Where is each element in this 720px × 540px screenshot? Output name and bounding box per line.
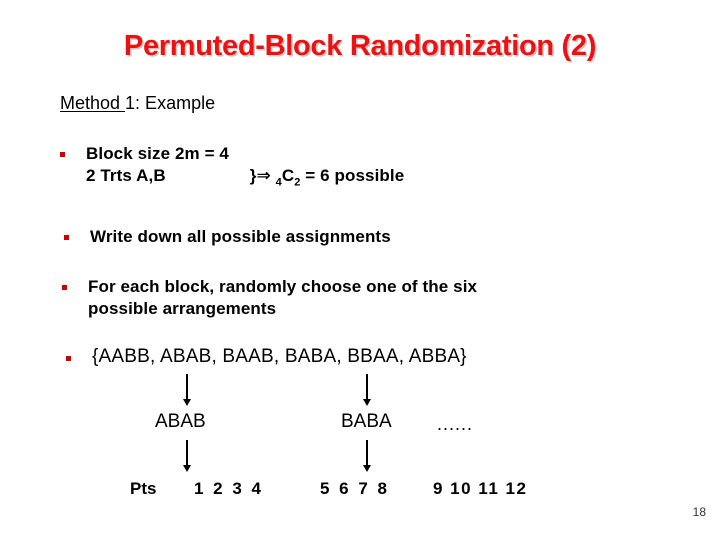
bullet-item-block-size: Block size 2m = 4 2 Trts A,B}⇒ 4C2 = 6 p…	[52, 143, 404, 193]
arrow-down-icon-set-to-block2	[363, 374, 371, 406]
arrow-down-icon-set-to-block1	[183, 374, 191, 406]
combination-k-subscript: 2	[294, 176, 301, 189]
page-number: 18	[692, 505, 706, 519]
bullet-1-line-1: Block size 2m = 4	[86, 144, 229, 163]
bullet-2-text: Write down all possible assignments	[90, 227, 391, 246]
arrow-down-icon-block2-to-pts2	[363, 440, 371, 472]
combination-result: = 6 possible	[305, 166, 405, 185]
bullet-3-line-1: For each block, randomly choose one of t…	[88, 277, 478, 296]
method-heading: Method 1: Example	[60, 93, 215, 114]
bullet-4-text: {AABB, ABAB, BAAB, BABA, BBAA, ABBA}	[92, 346, 467, 367]
trts-label: 2 Trts A,B	[86, 166, 166, 185]
bullet-dot-icon	[64, 235, 69, 240]
flow-ellipsis: ......	[437, 414, 474, 434]
method-heading-rest: 1: Example	[125, 93, 216, 113]
bullet-item-for-each-block: For each block, randomly choose one of t…	[52, 276, 477, 320]
bullet-item-arrangement-set: {AABB, ABAB, BAAB, BABA, BBAA, ABBA}	[52, 346, 467, 368]
combination-c: C	[281, 166, 295, 185]
flow-label-block2: BABA	[341, 411, 392, 432]
slide-canvas: Permuted-Block Randomization (2) Method …	[0, 0, 720, 540]
implies-icon: ⇒	[256, 166, 271, 186]
bullet-3-line-2: possible arrangements	[88, 299, 277, 318]
method-heading-underlined: Method	[60, 93, 126, 113]
pts-group-3: 9 10 11 12	[433, 479, 528, 498]
page-title: Permuted-Block Randomization (2)	[123, 30, 597, 62]
arrow-down-icon-block1-to-pts1	[183, 440, 191, 472]
bullet-1-line-2: 2 Trts A,B}⇒ 4C2 = 6 possible	[86, 165, 404, 193]
bullet-dot-icon	[60, 152, 65, 157]
pts-row-label: Pts	[130, 479, 157, 498]
bullet-item-write-down: Write down all possible assignments	[52, 226, 391, 248]
bullet-dot-icon	[62, 285, 67, 290]
pts-group-2: 5 6 7 8	[320, 479, 390, 498]
flow-label-block1: ABAB	[155, 411, 206, 432]
bullet-dot-icon	[66, 356, 71, 361]
pts-group-1: 1 2 3 4	[194, 479, 264, 498]
